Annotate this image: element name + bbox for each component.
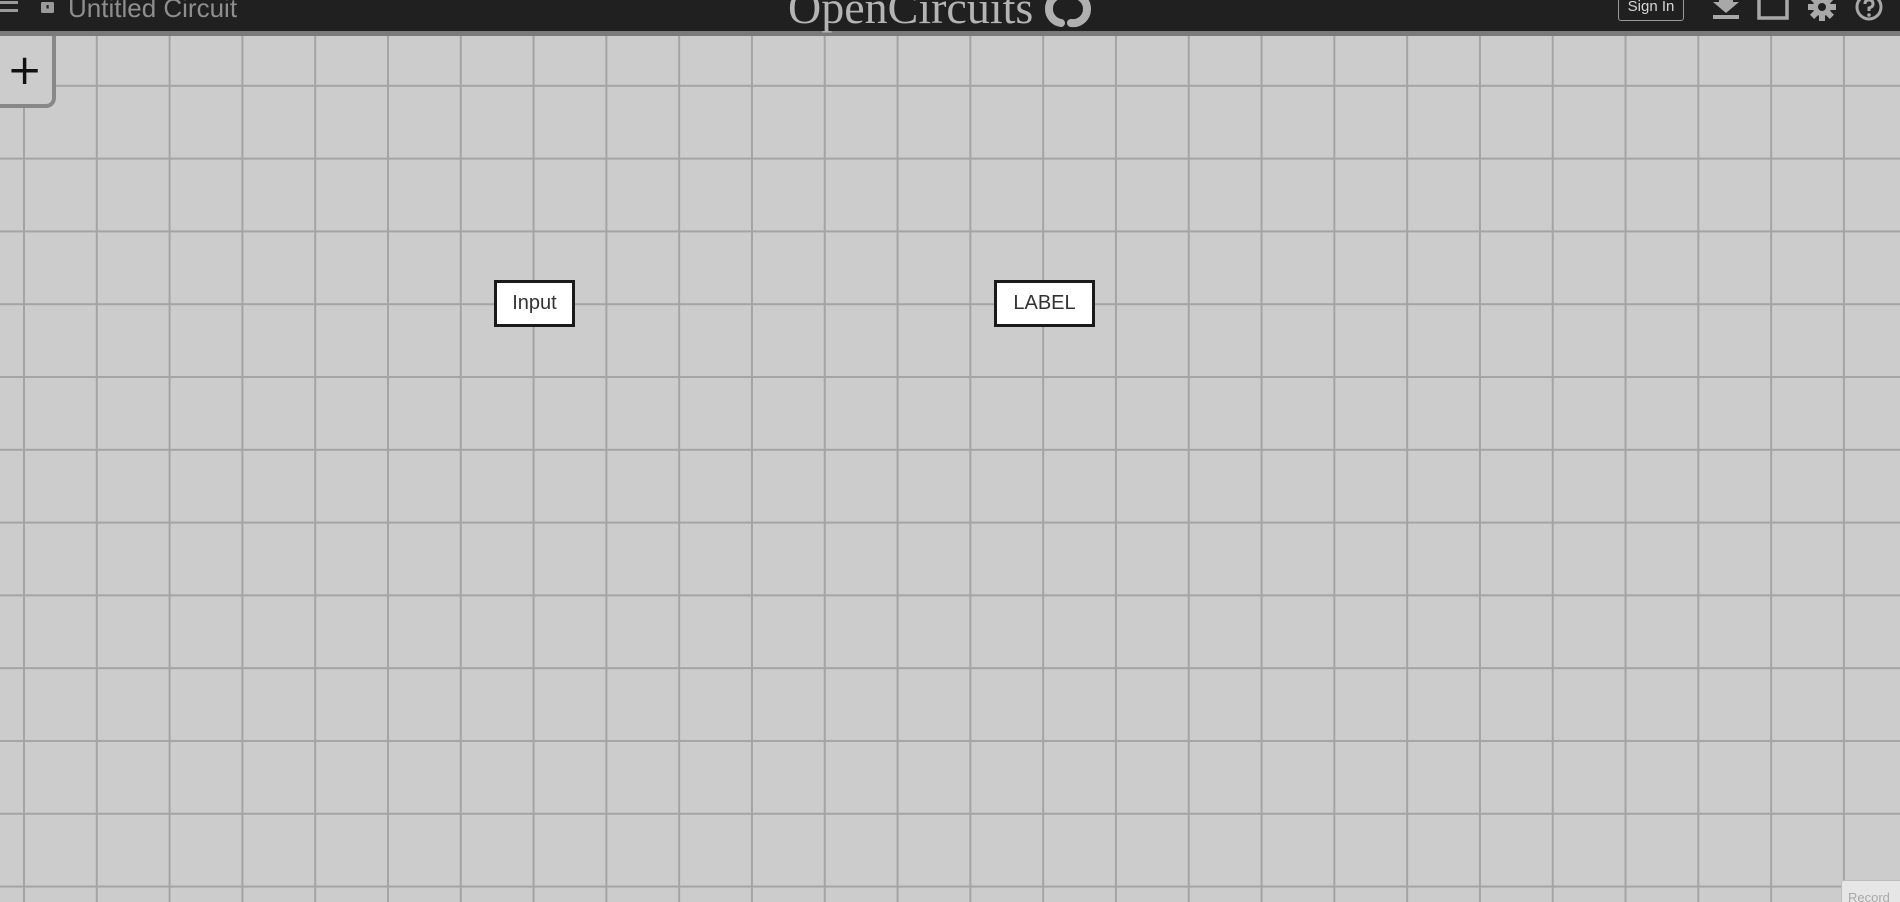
brand-title: OpenCircuits xyxy=(788,0,1034,33)
lock-icon[interactable] xyxy=(40,0,56,14)
header-bar: OpenCircuits Sign In xyxy=(0,0,1900,36)
circuit-canvas[interactable] xyxy=(0,0,1900,902)
plus-icon: + xyxy=(7,45,43,94)
input-component[interactable]: Input xyxy=(494,280,575,327)
app-root: OpenCircuits Sign In xyxy=(0,0,1900,902)
gear-icon[interactable] xyxy=(1805,0,1839,22)
screenshot-icon[interactable] xyxy=(1756,0,1790,22)
brand: OpenCircuits xyxy=(788,0,1095,33)
sign-in-button[interactable]: Sign In xyxy=(1618,0,1684,21)
record-button[interactable]: Record xyxy=(1841,880,1900,902)
hamburger-menu-icon[interactable] xyxy=(0,0,22,20)
label-component[interactable]: LABEL xyxy=(994,280,1095,327)
add-component-button[interactable]: + xyxy=(0,36,56,108)
brand-logo-icon xyxy=(1045,0,1092,28)
download-icon[interactable] xyxy=(1709,0,1743,22)
input-component-label: Input xyxy=(512,292,557,314)
label-component-text: LABEL xyxy=(1013,292,1076,314)
help-icon[interactable] xyxy=(1852,0,1886,22)
circuit-name-input[interactable] xyxy=(68,0,368,24)
